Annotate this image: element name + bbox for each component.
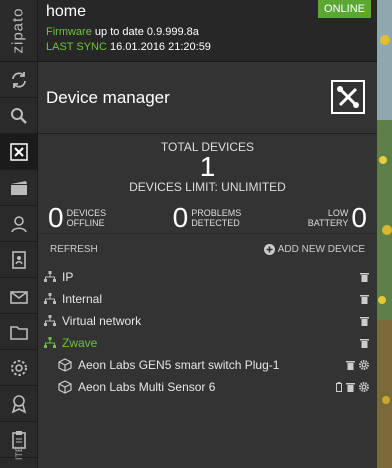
battery-icon — [336, 382, 342, 392]
device-panel: home ONLINE Firmware up to date 0.9.999.… — [38, 0, 377, 468]
award-icon — [11, 394, 26, 414]
search-icon — [10, 107, 27, 124]
problems-label-1: PROBLEMS — [191, 208, 242, 218]
battery-stat: LOW BATTERY 0 — [308, 202, 367, 234]
trash-icon[interactable] — [360, 294, 369, 304]
trash-icon[interactable] — [346, 382, 355, 392]
sync-icon — [11, 71, 26, 88]
messages-icon — [9, 290, 28, 304]
messages-nav[interactable] — [0, 278, 37, 314]
settings-nav[interactable] — [0, 350, 37, 386]
last-sync-line: LAST SYNC 16.01.2016 21:20:59 — [46, 41, 369, 53]
contacts-icon — [11, 250, 26, 269]
device-manager-section: Device manager — [38, 62, 377, 134]
battery-value: 0 — [351, 202, 367, 233]
users-icon — [10, 215, 27, 232]
device-label: Aeon Labs GEN5 smart switch Plug-1 — [78, 358, 280, 372]
network-icon — [44, 271, 56, 282]
device-manager-title: Device manager — [46, 87, 170, 107]
network-label: Zwave — [62, 336, 98, 350]
cube-icon — [58, 358, 72, 372]
offline-label-2: OFFLINE — [66, 218, 105, 228]
zipato-logo[interactable]: zipato — [0, 0, 37, 62]
firmware-text: up to date 0.9.999.8a — [94, 26, 199, 38]
users-nav[interactable] — [0, 206, 37, 242]
scenes-nav[interactable] — [0, 170, 37, 206]
devices-limit-label: DEVICES LIMIT: UNLIMITED — [129, 180, 286, 194]
logo-text: zipato — [10, 7, 27, 54]
device-manager-nav[interactable] — [0, 134, 37, 170]
trash-icon[interactable] — [360, 338, 369, 348]
sync-nav[interactable] — [0, 62, 37, 98]
last-sync-label: LAST SYNC — [46, 41, 107, 53]
offline-value: 0 — [48, 202, 64, 233]
contacts-nav[interactable] — [0, 242, 37, 278]
gear-icon[interactable] — [359, 382, 369, 392]
network-label: IP — [62, 270, 74, 284]
add-device-button[interactable]: ADD NEW DEVICE — [263, 243, 365, 255]
sidebar-footer[interactable]: ITE — [0, 438, 38, 468]
folder-icon — [9, 325, 28, 340]
refresh-button[interactable]: REFRESH — [50, 244, 98, 255]
device-row[interactable]: Aeon Labs Multi Sensor 6 — [38, 376, 377, 398]
offline-label-1: DEVICES — [66, 208, 107, 218]
network-row-ip[interactable]: IP — [38, 266, 377, 288]
network-row-virtual[interactable]: Virtual network — [38, 310, 377, 332]
battery-label-1: LOW — [327, 208, 349, 218]
actions-bar: REFRESH ADD NEW DEVICE — [38, 234, 377, 264]
device-manager-icon — [9, 142, 28, 161]
last-sync-value: 16.01.2016 21:20:59 — [110, 41, 211, 53]
award-nav[interactable] — [0, 386, 37, 422]
problems-value: 0 — [172, 202, 189, 233]
network-label: Virtual network — [62, 314, 142, 328]
gear-icon[interactable] — [359, 360, 369, 370]
device-stats: TOTAL DEVICES 1 DEVICES LIMIT: UNLIMITED… — [38, 134, 377, 234]
stats-row: 0 DEVICES OFFLINE 0 PROBLEMS DETECTED LOW B… — [38, 198, 377, 234]
search-nav[interactable] — [0, 98, 37, 134]
battery-label-2: BATTERY — [307, 218, 349, 228]
background-photo — [377, 0, 392, 468]
trash-icon[interactable] — [360, 272, 369, 282]
cube-icon — [58, 380, 72, 394]
device-tree: IP Internal Virtual network Zwave Aeon L… — [38, 264, 377, 398]
folder-nav[interactable] — [0, 314, 37, 350]
problems-label-2: DETECTED — [191, 218, 240, 228]
device-label: Aeon Labs Multi Sensor 6 — [78, 380, 216, 394]
sidebar-footer-label: ITE — [13, 445, 24, 461]
home-header: home ONLINE Firmware up to date 0.9.999.… — [38, 0, 377, 62]
network-label: Internal — [62, 292, 103, 306]
device-row[interactable]: Aeon Labs GEN5 smart switch Plug-1 — [38, 354, 377, 376]
settings-icon — [10, 359, 27, 376]
problems-stat: 0 PROBLEMS DETECTED — [173, 202, 242, 234]
sidebar: zipato ITE — [0, 0, 38, 468]
battery-label: LOW BATTERY — [308, 208, 349, 228]
add-device-label: ADD NEW DEVICE — [277, 243, 365, 255]
scenes-icon — [10, 180, 27, 195]
network-row-zwave[interactable]: Zwave — [38, 332, 377, 354]
tools-icon — [337, 86, 359, 108]
network-row-internal[interactable]: Internal — [38, 288, 377, 310]
offline-stat: 0 DEVICES OFFLINE — [48, 202, 106, 234]
firmware-line: Firmware up to date 0.9.999.8a — [46, 26, 369, 38]
online-status-badge: ONLINE — [318, 0, 371, 18]
device-manager-icon-large — [331, 80, 365, 114]
total-devices-value: 1 — [199, 151, 216, 182]
firmware-label: Firmware — [46, 26, 92, 38]
plus-circle-icon — [263, 243, 275, 255]
trash-icon[interactable] — [360, 316, 369, 326]
network-icon — [44, 337, 56, 348]
network-icon — [44, 293, 56, 304]
offline-label: DEVICES OFFLINE — [67, 208, 107, 228]
trash-icon[interactable] — [346, 360, 355, 370]
network-icon — [44, 315, 56, 326]
problems-label: PROBLEMS DETECTED — [191, 208, 241, 228]
